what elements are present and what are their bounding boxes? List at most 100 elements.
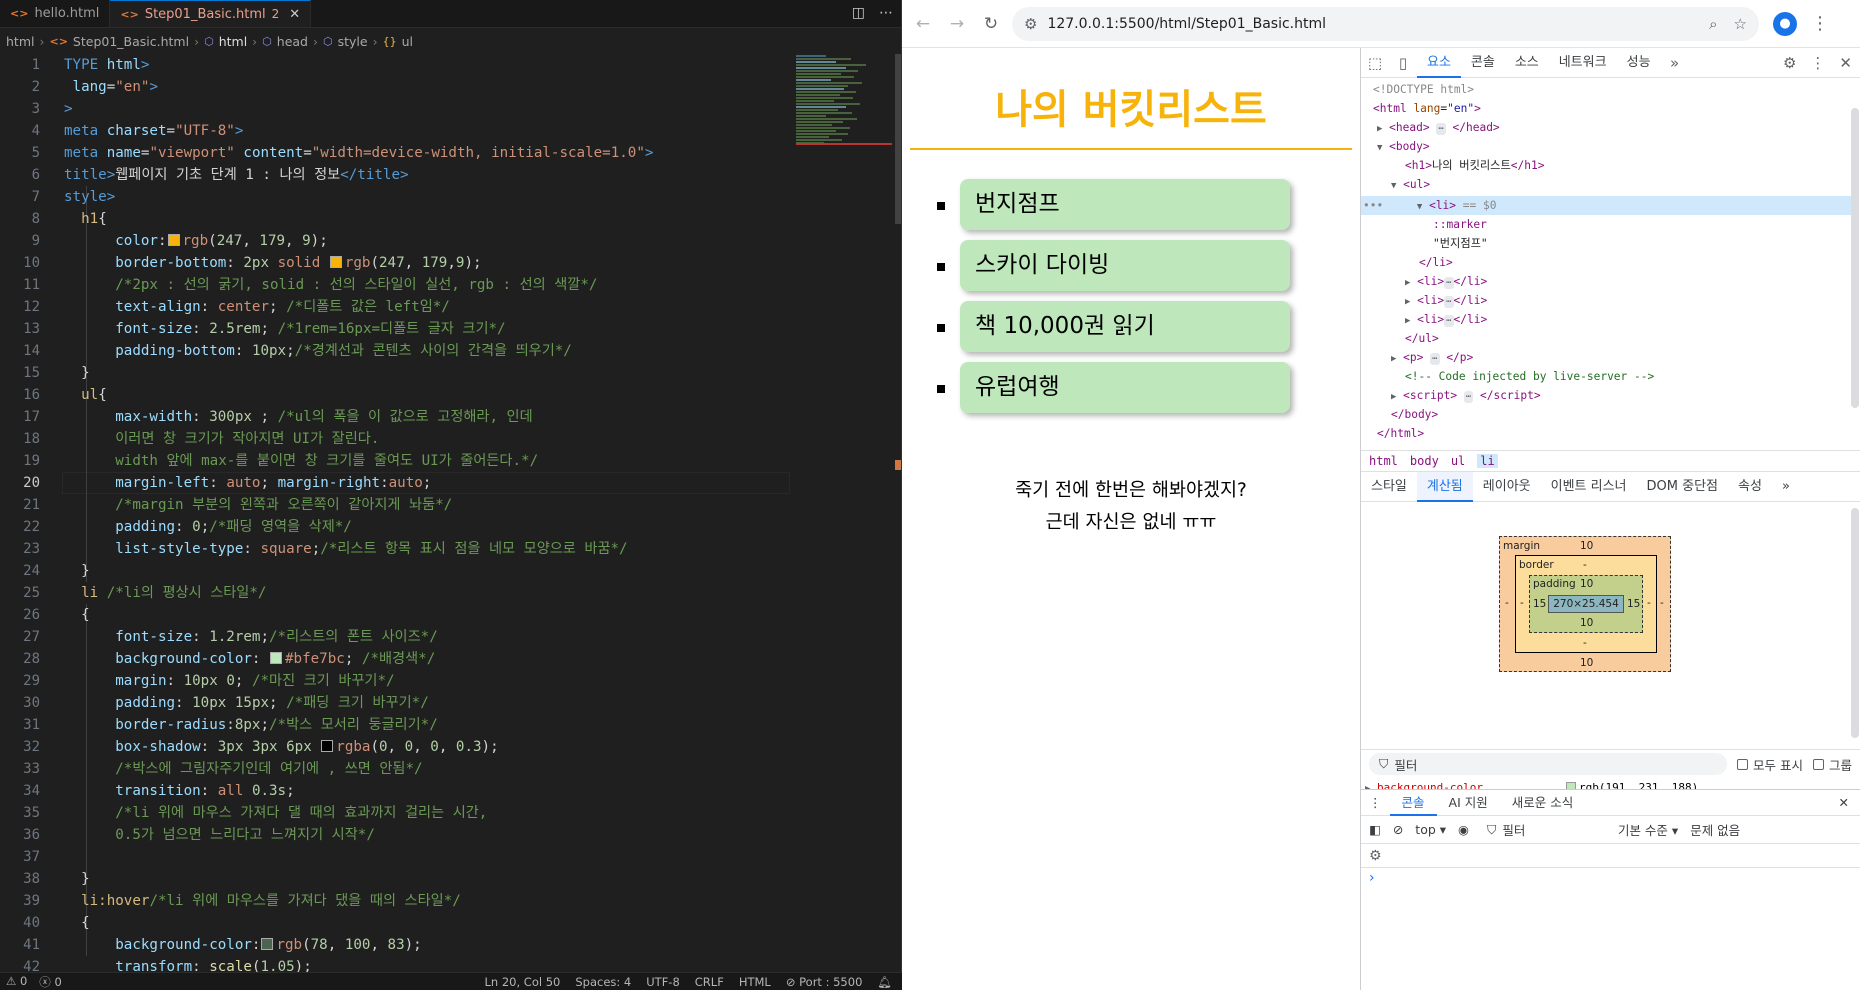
- breadcrumb-item[interactable]: html: [6, 34, 34, 49]
- issues-status[interactable]: 문제 없음: [1690, 820, 1740, 839]
- tab-ai-assistance[interactable]: AI 지원: [1437, 790, 1500, 816]
- dom-line[interactable]: ▶ <li> ⋯ </li>: [1405, 291, 1487, 312]
- tab-step01-basic-html[interactable]: <> Step01_Basic.html 2 ✕: [110, 0, 312, 27]
- filter-input[interactable]: ⛉ 필터: [1369, 753, 1727, 775]
- dom-line[interactable]: ••• ▼ <li> == $0: [1363, 196, 1496, 217]
- dom-line[interactable]: <!-- Code injected by live-server -->: [1405, 367, 1654, 386]
- tab-dom-breakpoints[interactable]: DOM 중단점: [1637, 472, 1728, 502]
- dom-breadcrumb-item[interactable]: html: [1369, 454, 1398, 468]
- dom-line[interactable]: ▼ <ul>: [1391, 175, 1430, 196]
- language-mode[interactable]: HTML: [739, 975, 771, 989]
- code-editor[interactable]: 1 TYPE html> 2 lang="en"> 3 > 4 meta cha…: [0, 54, 790, 972]
- dom-line[interactable]: ▶ <li> ⋯ </li>: [1405, 310, 1487, 331]
- dom-line[interactable]: "번지점프": [1433, 234, 1488, 253]
- tab-sources[interactable]: 소스: [1505, 48, 1549, 78]
- tab-event-listeners[interactable]: 이벤트 리스너: [1541, 472, 1637, 502]
- dom-breadcrumb-item[interactable]: li: [1477, 454, 1498, 468]
- settings-gear-icon[interactable]: ⚙: [1783, 54, 1796, 72]
- dom-line[interactable]: <h1>나의 버킷리스트</h1>: [1405, 156, 1544, 175]
- breadcrumb-item[interactable]: html: [219, 34, 247, 49]
- dom-scrollbar[interactable]: [1851, 108, 1859, 408]
- url-text[interactable]: 127.0.0.1:5500/html/Step01_Basic.html: [1047, 16, 1326, 32]
- bell-icon[interactable]: 🔔︎: [877, 975, 892, 989]
- warnings-count[interactable]: ⚠ 0: [6, 974, 27, 990]
- breadcrumb-item[interactable]: ul: [402, 34, 413, 49]
- log-level-dropdown[interactable]: 기본 수준 ▾: [1618, 820, 1678, 839]
- split-editor-icon[interactable]: ◫: [852, 5, 865, 21]
- minimap[interactable]: [796, 54, 888, 179]
- dom-line[interactable]: ::marker: [1433, 215, 1487, 234]
- inspect-element-icon[interactable]: ⬚: [1361, 54, 1389, 72]
- sidebar-toggle-icon[interactable]: ◧: [1369, 822, 1381, 837]
- dom-line[interactable]: ▶ <head> ⋯ </head>: [1377, 118, 1500, 139]
- console-prompt[interactable]: ›: [1361, 868, 1860, 888]
- reload-icon[interactable]: ↻: [974, 14, 1008, 34]
- tab-performance[interactable]: 성능: [1617, 48, 1661, 78]
- bookmark-star-icon[interactable]: ☆: [1734, 15, 1747, 33]
- dom-breadcrumb-item[interactable]: body: [1410, 454, 1439, 468]
- more-tabs-icon[interactable]: »: [1772, 472, 1800, 502]
- dom-line[interactable]: ▶ <script> ⋯ </script>: [1391, 386, 1541, 407]
- breadcrumb-item[interactable]: Step01_Basic.html: [73, 34, 189, 49]
- context-selector[interactable]: top ▾: [1415, 822, 1446, 837]
- dom-line[interactable]: </ul>: [1405, 329, 1439, 348]
- cursor-position[interactable]: Ln 20, Col 50: [485, 975, 561, 989]
- encoding[interactable]: UTF-8: [646, 975, 680, 989]
- more-actions-icon[interactable]: ⋯: [879, 5, 893, 21]
- close-icon[interactable]: ✕: [1839, 54, 1852, 72]
- browser-menu-icon[interactable]: ⋮: [1811, 13, 1829, 34]
- vertical-scrollbar[interactable]: [895, 54, 901, 224]
- tab-properties[interactable]: 속성: [1728, 472, 1772, 502]
- site-info-icon[interactable]: ⚙: [1024, 15, 1037, 33]
- dom-line[interactable]: <!DOCTYPE html>: [1373, 80, 1474, 99]
- drawer-menu-icon[interactable]: ⋮: [1361, 790, 1390, 816]
- back-icon[interactable]: ←: [906, 14, 940, 34]
- tab-network[interactable]: 네트워크: [1549, 48, 1617, 78]
- more-options-icon[interactable]: ⋮: [1810, 54, 1825, 72]
- tab-layout[interactable]: 레이아웃: [1473, 472, 1541, 502]
- dom-breadcrumb-item[interactable]: ul: [1451, 454, 1465, 468]
- show-all-checkbox[interactable]: 모두 표시: [1737, 755, 1803, 774]
- console-settings-gear-icon[interactable]: ⚙: [1369, 848, 1382, 864]
- list-item[interactable]: 번지점프: [937, 179, 1290, 230]
- breadcrumb-item[interactable]: style: [338, 34, 368, 49]
- dom-line[interactable]: </li>: [1419, 253, 1453, 272]
- tab-whats-new[interactable]: 새로운 소식: [1500, 790, 1585, 816]
- list-item[interactable]: 유럽여행: [937, 362, 1290, 413]
- breadcrumb-item[interactable]: head: [277, 34, 308, 49]
- tab-styles[interactable]: 스타일: [1361, 472, 1417, 502]
- close-icon[interactable]: ✕: [1827, 790, 1860, 816]
- dom-line[interactable]: <html lang="en">: [1373, 99, 1481, 118]
- zoom-icon[interactable]: ⌕: [1709, 15, 1717, 33]
- profile-avatar[interactable]: ●: [1773, 11, 1797, 36]
- dom-line[interactable]: </body>: [1391, 405, 1438, 424]
- box-content[interactable]: 270×25.454: [1548, 595, 1624, 613]
- tab-elements[interactable]: 요소: [1417, 48, 1461, 78]
- list-item[interactable]: 스카이 다이빙: [937, 240, 1290, 291]
- list-item[interactable]: 책 10,000권 읽기: [937, 301, 1290, 352]
- dom-line[interactable]: ▶ <p> ⋯ </p>: [1391, 348, 1473, 369]
- address-bar[interactable]: ⚙ 127.0.0.1:5500/html/Step01_Basic.html …: [1012, 6, 1759, 41]
- dom-tree[interactable]: <!DOCTYPE html> <html lang="en"> ▶ <head…: [1361, 78, 1860, 450]
- tab-console-drawer[interactable]: 콘솔: [1389, 790, 1437, 816]
- dom-line[interactable]: ▶ <li> ⋯ </li>: [1405, 272, 1487, 293]
- dom-line[interactable]: </html>: [1377, 424, 1424, 443]
- computed-scrollbar[interactable]: [1851, 508, 1859, 738]
- tab-console[interactable]: 콘솔: [1461, 48, 1505, 78]
- tab-hello-html[interactable]: <> hello.html: [0, 0, 111, 27]
- indentation[interactable]: Spaces: 4: [575, 975, 631, 989]
- live-expression-eye-icon[interactable]: ◉: [1458, 822, 1469, 837]
- dom-line[interactable]: ▼ <body>: [1377, 137, 1430, 158]
- clear-console-icon[interactable]: ⊘: [1393, 822, 1403, 837]
- element-icon: ⬡: [323, 34, 333, 48]
- group-checkbox[interactable]: 그룹: [1812, 755, 1852, 774]
- close-icon[interactable]: ✕: [289, 7, 300, 22]
- device-toolbar-icon[interactable]: ▯: [1389, 54, 1417, 72]
- forward-icon[interactable]: →: [940, 14, 974, 34]
- tab-computed[interactable]: 계산됨: [1416, 471, 1473, 502]
- live-server-port[interactable]: ⊘ Port : 5500: [786, 975, 863, 989]
- line-ending[interactable]: CRLF: [695, 975, 724, 989]
- more-tabs-icon[interactable]: »: [1661, 54, 1689, 72]
- ports-count[interactable]: ⓧ 0: [39, 974, 61, 990]
- console-filter-input[interactable]: ⛉ 필터: [1481, 820, 1606, 839]
